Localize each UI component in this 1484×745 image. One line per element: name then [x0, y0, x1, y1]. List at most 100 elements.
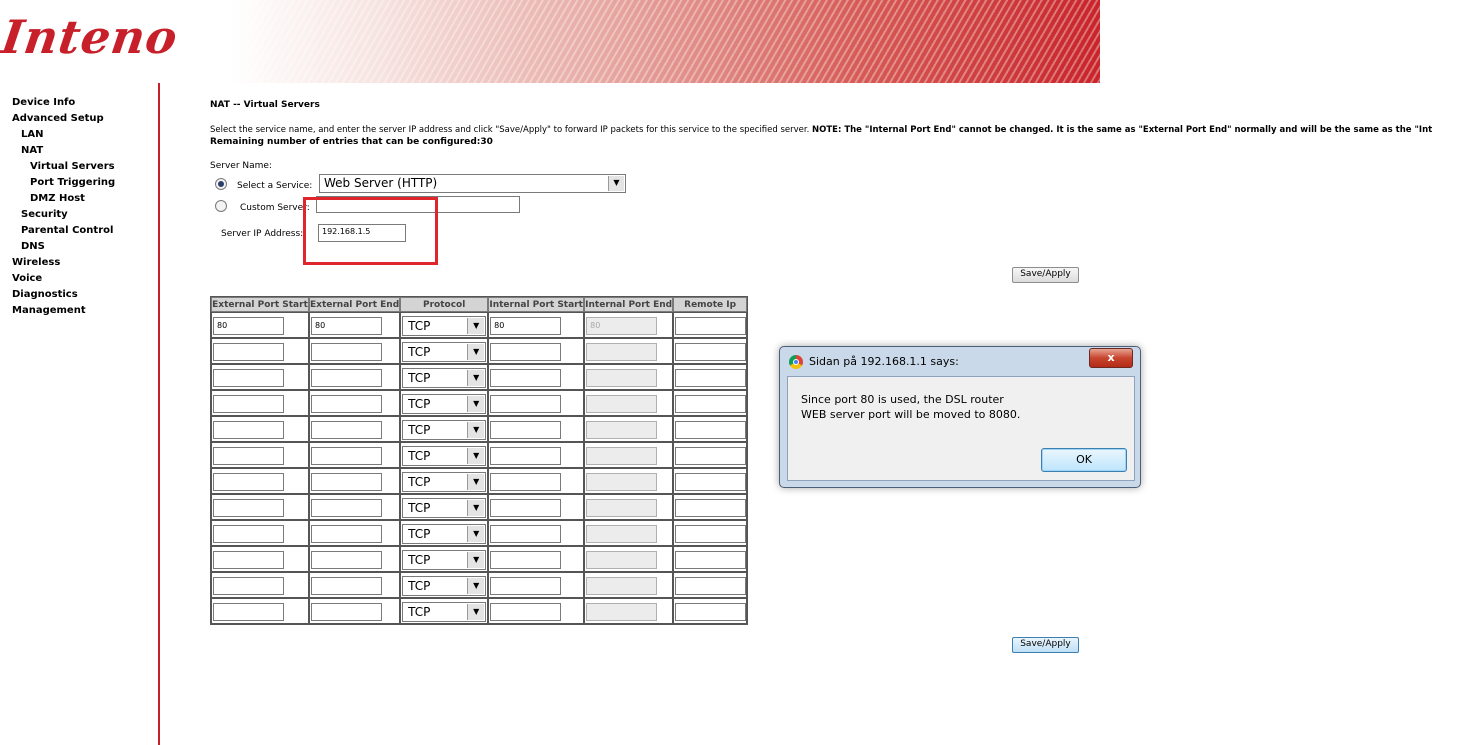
chevron-down-icon: ▼	[467, 448, 485, 464]
protocol-select[interactable]: TCP ▼	[402, 602, 487, 622]
sidebar-item-virtual-servers[interactable]: Virtual Servers	[30, 161, 115, 172]
table-row: TCP ▼	[211, 572, 748, 598]
remote-ip-input[interactable]	[675, 551, 747, 569]
external-port-end-input[interactable]	[311, 395, 382, 413]
remote-ip-cell	[673, 546, 748, 572]
sidebar-item-parental-control[interactable]: Parental Control	[21, 225, 113, 236]
remote-ip-input[interactable]	[675, 499, 747, 517]
external-port-start-input[interactable]	[213, 473, 284, 491]
remote-ip-input[interactable]	[675, 395, 747, 413]
sidebar-item-advanced-setup[interactable]: Advanced Setup	[12, 113, 104, 124]
protocol-select[interactable]: TCP ▼	[402, 368, 487, 388]
sidebar-item-voice[interactable]: Voice	[12, 273, 42, 284]
internal-port-start-input[interactable]	[490, 473, 562, 491]
external-port-end-input[interactable]	[311, 473, 382, 491]
remote-ip-input[interactable]	[675, 369, 747, 387]
sidebar-item-wireless[interactable]: Wireless	[12, 257, 60, 268]
internal-port-start-input[interactable]	[490, 343, 562, 361]
ok-button[interactable]: OK	[1041, 448, 1127, 472]
table-row: TCP ▼	[211, 390, 748, 416]
external-port-start-input[interactable]	[213, 343, 284, 361]
external-port-end-input[interactable]	[311, 499, 382, 517]
protocol-select[interactable]: TCP ▼	[402, 550, 487, 570]
remote-ip-input[interactable]	[675, 577, 747, 595]
internal-port-start-input[interactable]	[490, 395, 562, 413]
external-port-end-input[interactable]	[311, 343, 382, 361]
internal-port-start-input[interactable]	[490, 499, 562, 517]
sidebar-item-lan[interactable]: LAN	[21, 129, 43, 140]
chevron-down-icon: ▼	[467, 474, 485, 490]
internal-port-start-input[interactable]	[490, 577, 562, 595]
external-port-start-input[interactable]	[213, 421, 284, 439]
description-text: Select the service name, and enter the s…	[210, 125, 813, 135]
internal-port-start-input[interactable]	[490, 421, 562, 439]
internal-port-start-input[interactable]	[490, 369, 562, 387]
remote-ip-input[interactable]	[675, 603, 747, 621]
sidebar-item-security[interactable]: Security	[21, 209, 68, 220]
inteno-logo: Inteno	[0, 10, 182, 64]
internal-port-start-input[interactable]	[490, 551, 562, 569]
external-port-end-input[interactable]	[311, 577, 382, 595]
external-port-end-cell	[309, 442, 401, 468]
external-port-start-input[interactable]	[213, 525, 284, 543]
internal-port-end-input	[586, 551, 658, 569]
internal-port-end-cell	[584, 494, 674, 520]
external-port-start-input[interactable]	[213, 447, 284, 465]
remote-ip-input[interactable]	[675, 421, 747, 439]
sidebar-item-dns[interactable]: DNS	[21, 241, 45, 252]
remote-ip-input[interactable]	[675, 317, 747, 335]
table-row: TCP ▼	[211, 520, 748, 546]
external-port-end-input[interactable]	[311, 551, 382, 569]
protocol-select[interactable]: TCP ▼	[402, 446, 487, 466]
external-port-end-input[interactable]	[311, 603, 382, 621]
external-port-end-input[interactable]	[311, 421, 382, 439]
external-port-end-cell	[309, 572, 401, 598]
internal-port-start-cell	[488, 416, 585, 442]
external-port-start-input[interactable]	[213, 395, 284, 413]
sidebar-item-port-triggering[interactable]: Port Triggering	[30, 177, 115, 188]
internal-port-start-input[interactable]	[490, 447, 562, 465]
internal-port-start-input[interactable]	[490, 525, 562, 543]
protocol-select[interactable]: TCP ▼	[402, 394, 487, 414]
external-port-end-cell	[309, 390, 401, 416]
save-apply-button-top[interactable]: Save/Apply	[1012, 267, 1079, 283]
remote-ip-cell	[673, 572, 748, 598]
protocol-select[interactable]: TCP ▼	[402, 498, 487, 518]
internal-port-start-cell	[488, 468, 585, 494]
internal-port-start-input[interactable]: 80	[490, 317, 562, 335]
chrome-icon	[789, 355, 803, 369]
sidebar-item-nat[interactable]: NAT	[21, 145, 43, 156]
protocol-select[interactable]: TCP ▼	[402, 472, 487, 492]
sidebar-item-diagnostics[interactable]: Diagnostics	[12, 289, 78, 300]
external-port-start-input[interactable]	[213, 499, 284, 517]
protocol-select[interactable]: TCP ▼	[402, 316, 487, 336]
protocol-select[interactable]: TCP ▼	[402, 576, 487, 596]
external-port-start-input[interactable]	[213, 603, 284, 621]
sidebar-item-dmz-host[interactable]: DMZ Host	[30, 193, 85, 204]
remote-ip-input[interactable]	[675, 473, 747, 491]
external-port-start-input[interactable]	[213, 551, 284, 569]
external-port-end-input[interactable]	[311, 525, 382, 543]
external-port-start-input[interactable]: 80	[213, 317, 284, 335]
internal-port-start-input[interactable]	[490, 603, 562, 621]
remote-ip-input[interactable]	[675, 447, 747, 465]
save-apply-button-bottom[interactable]: Save/Apply	[1012, 637, 1079, 653]
protocol-select[interactable]: TCP ▼	[402, 524, 487, 544]
protocol-select[interactable]: TCP ▼	[402, 342, 487, 362]
sidebar-item-device-info[interactable]: Device Info	[12, 97, 75, 108]
dialog-title: Sidan på 192.168.1.1 says:	[809, 355, 959, 368]
external-port-end-input[interactable]	[311, 447, 382, 465]
close-icon[interactable]: x	[1089, 348, 1133, 368]
external-port-end-input[interactable]: 80	[311, 317, 382, 335]
protocol-select[interactable]: TCP ▼	[402, 420, 487, 440]
external-port-start-input[interactable]	[213, 577, 284, 595]
sidebar-item-management[interactable]: Management	[12, 305, 86, 316]
external-port-start-input[interactable]	[213, 369, 284, 387]
service-select[interactable]: Web Server (HTTP) ▼	[319, 174, 626, 193]
protocol-value: TCP	[408, 527, 431, 541]
custom-server-radio[interactable]	[215, 200, 227, 212]
select-service-radio[interactable]	[215, 178, 227, 190]
remote-ip-input[interactable]	[675, 525, 747, 543]
remote-ip-input[interactable]	[675, 343, 747, 361]
external-port-end-input[interactable]	[311, 369, 382, 387]
